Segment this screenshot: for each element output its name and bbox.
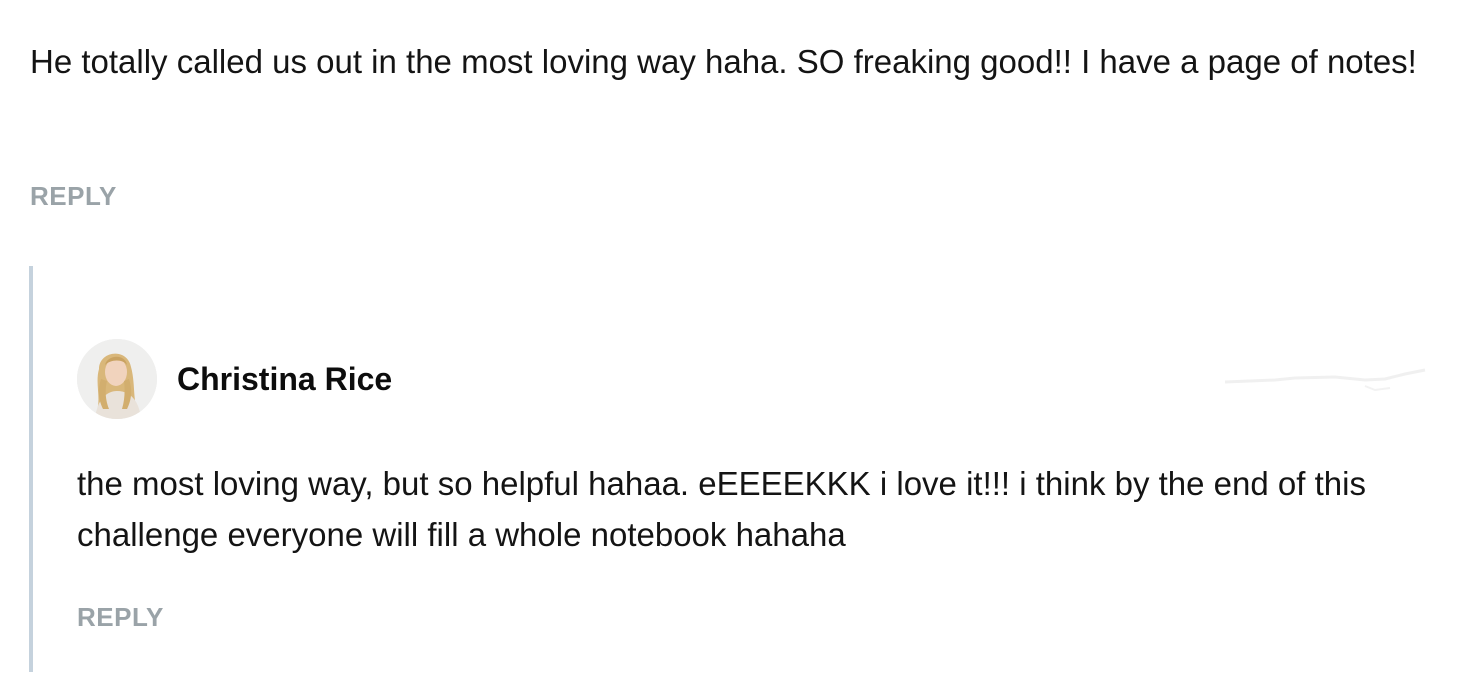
author-name[interactable]: Christina Rice xyxy=(177,361,392,398)
child-comment-text: the most loving way, but so helpful haha… xyxy=(77,465,1366,553)
avatar-photo-icon xyxy=(77,339,157,419)
faded-date-icon xyxy=(1224,368,1426,392)
avatar[interactable] xyxy=(77,339,157,419)
parent-comment-text: He totally called us out in the most lov… xyxy=(30,43,1417,80)
child-reply-link[interactable]: REPLY xyxy=(77,602,164,633)
comment-header: Christina Rice xyxy=(77,339,392,419)
reply-thread: Christina Rice the most loving way, but … xyxy=(29,266,1453,672)
parent-reply-link[interactable]: REPLY xyxy=(30,181,117,212)
parent-comment: He totally called us out in the most lov… xyxy=(30,36,1440,211)
child-comment: Christina Rice the most loving way, but … xyxy=(73,266,1443,672)
